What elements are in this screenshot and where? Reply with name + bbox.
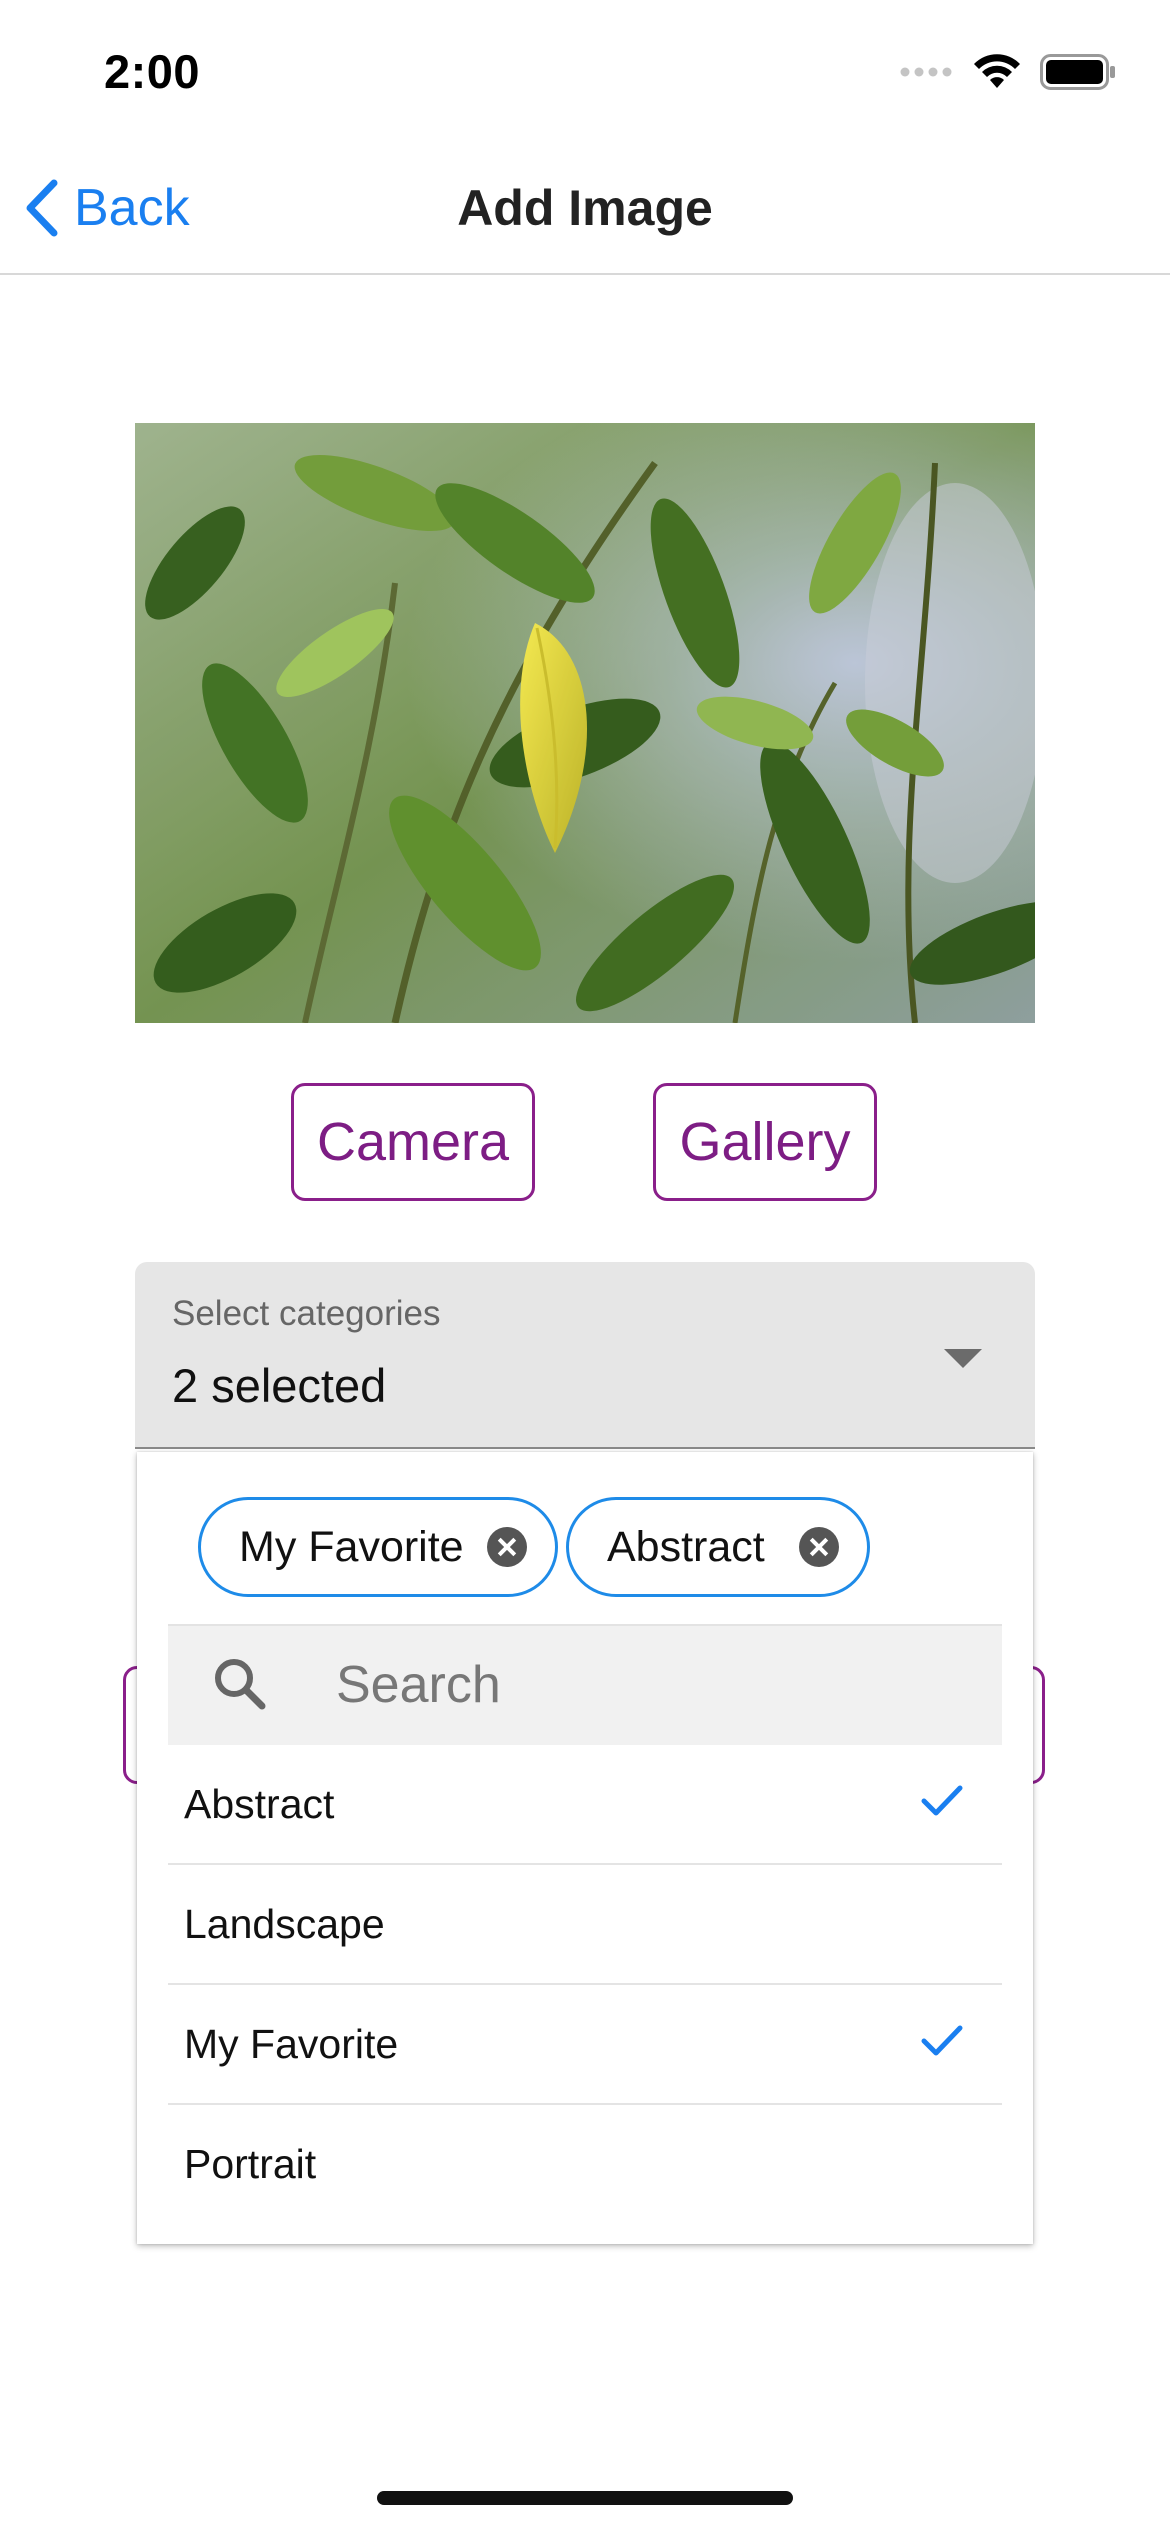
checkmark-icon [921,2025,963,2056]
status-icons [900,52,1116,92]
chip-label: Abstract [607,1522,765,1571]
option-landscape[interactable]: Landscape [168,1865,1002,1985]
search-icon [215,1659,266,1710]
status-time: 2:00 [104,45,201,98]
chip-label: My Favorite [239,1522,464,1571]
option-label: My Favorite [184,2021,399,2067]
category-select[interactable] [135,1262,1035,1449]
search-input[interactable] [336,1654,956,1716]
signal-icon [900,67,952,77]
selected-photo [135,423,1035,1023]
option-abstract[interactable]: Abstract [168,1745,1002,1865]
option-label: Abstract [184,1781,335,1827]
remove-chip-icon[interactable] [799,1527,839,1567]
page-title: Add Image [457,180,713,236]
select-value: 2 selected [172,1359,387,1412]
gallery-button[interactable]: Gallery [653,1083,877,1201]
remove-chip-icon[interactable] [487,1527,527,1567]
option-label: Landscape [184,1901,385,1947]
chip-my-favorite[interactable]: My Favorite [198,1497,558,1597]
option-label: Portrait [184,2141,317,2187]
checkmark-icon [921,1785,963,1816]
dropdown-caret-icon[interactable] [944,1349,982,1368]
camera-button[interactable]: Camera [291,1083,535,1201]
chip-abstract[interactable]: Abstract [566,1497,870,1597]
battery-icon [1040,54,1115,90]
option-portrait[interactable]: Portrait [168,2105,1002,2225]
option-my-favorite[interactable]: My Favorite [168,1985,1002,2105]
home-indicator[interactable] [377,2491,793,2505]
select-label: Select categories [172,1294,441,1333]
wifi-icon [974,54,1020,88]
